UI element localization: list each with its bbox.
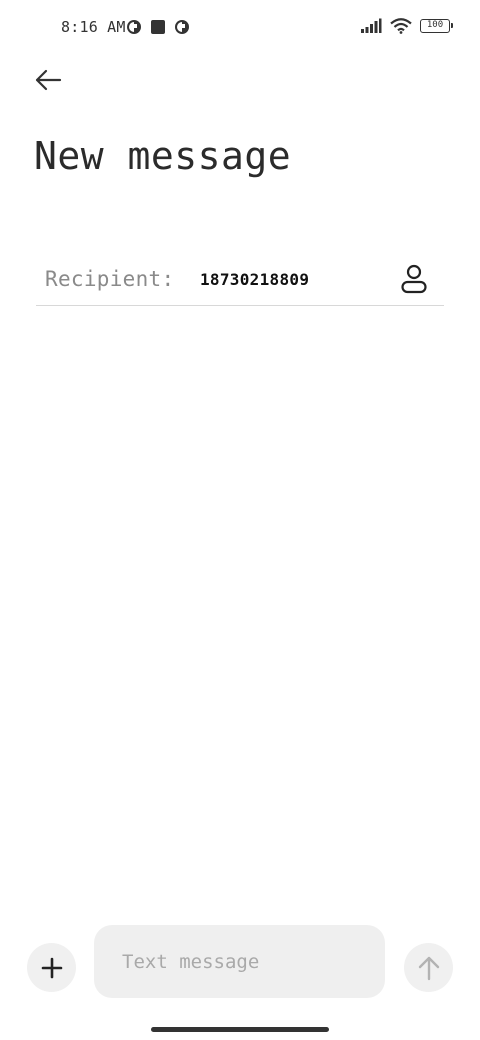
plus-icon — [41, 957, 62, 978]
status-bar: 8:16 AM 100 — [0, 0, 480, 56]
person-icon — [401, 264, 427, 294]
status-time: 8:16 AM — [61, 18, 126, 36]
recipient-label: Recipient: — [45, 267, 175, 291]
message-box[interactable] — [94, 925, 385, 998]
home-indicator[interactable] — [151, 1027, 329, 1032]
attach-button[interactable] — [27, 943, 76, 992]
stop-square-icon — [151, 20, 165, 34]
recipient-row[interactable]: Recipient: 18730218809 — [36, 252, 444, 306]
app-notification-icon — [175, 20, 189, 34]
send-button[interactable] — [404, 943, 453, 992]
arrow-left-icon — [35, 69, 62, 91]
arrow-up-icon — [418, 956, 439, 980]
recipient-input[interactable]: 18730218809 — [200, 270, 309, 289]
wifi-icon — [390, 18, 412, 34]
status-notification-icons — [126, 19, 190, 35]
contacts-button[interactable] — [398, 262, 430, 296]
app-notification-icon — [127, 20, 141, 34]
message-input[interactable] — [94, 925, 385, 998]
signal-icon — [361, 18, 382, 33]
battery-icon: 100 — [420, 19, 453, 33]
back-button[interactable] — [28, 62, 68, 98]
page-title: New message — [34, 134, 292, 178]
status-system-icons: 100 — [360, 18, 453, 34]
